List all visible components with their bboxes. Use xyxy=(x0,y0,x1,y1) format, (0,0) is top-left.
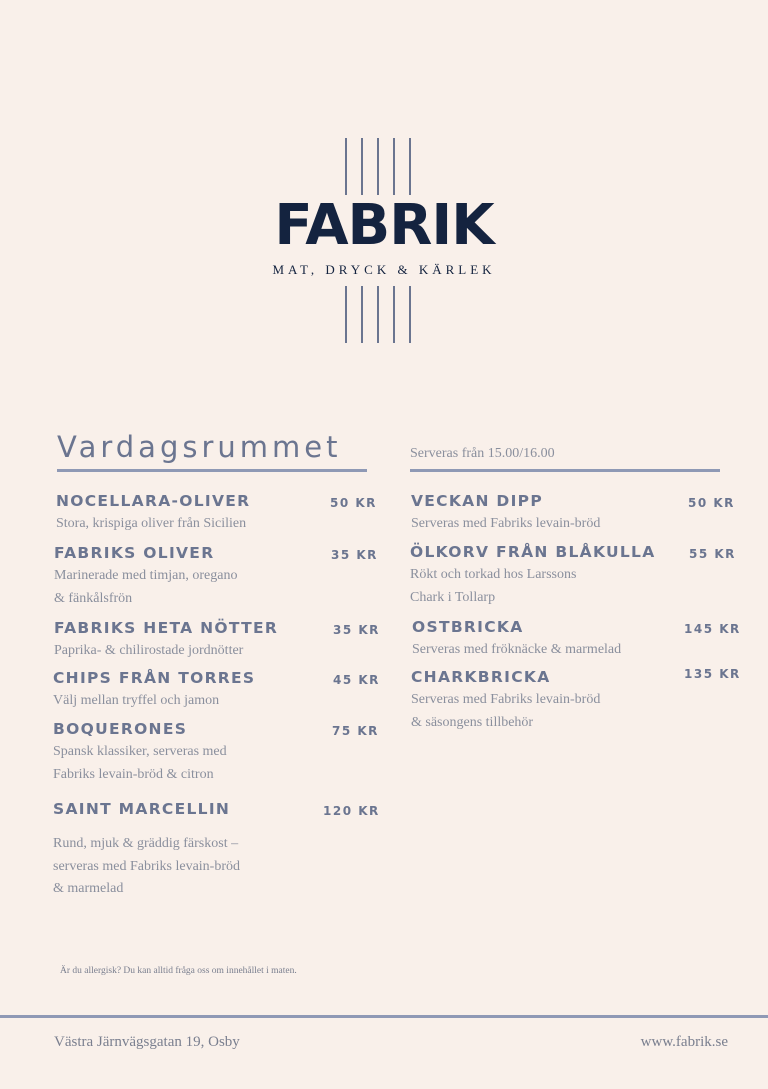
allergy-note: Är du allergisk? Du kan alltid fråga oss… xyxy=(60,966,297,976)
menu-item: NOCELLARA-OLIVER 50 KR Stora, krispiga o… xyxy=(56,492,376,536)
item-name: BOQUERONES xyxy=(53,720,188,738)
menu-item: CHARKBRICKA 135 KR Serveras med Fabriks … xyxy=(411,667,739,734)
item-name: NOCELLARA-OLIVER xyxy=(56,492,251,510)
item-price: 35 KR xyxy=(333,623,380,637)
item-description: Rökt och torkad hos Larssons Chark i Tol… xyxy=(410,567,577,605)
item-price: 35 KR xyxy=(331,548,378,562)
menu-item: CHIPS FRÅN TORRES 45 KR Välj mellan tryf… xyxy=(53,669,378,713)
menu-item: FABRIKS OLIVER 35 KR Marinerade med timj… xyxy=(54,544,376,610)
menu-item: FABRIKS HETA NÖTTER 35 KR Paprika- & chi… xyxy=(54,619,378,663)
menu-item: OSTBRICKA 145 KR Serveras med fröknäcke … xyxy=(412,618,739,662)
item-description: Serveras med Fabriks levain-bröd xyxy=(411,516,601,531)
item-name: FABRIKS OLIVER xyxy=(54,544,215,562)
item-description: Serveras med fröknäcke & marmelad xyxy=(412,642,622,657)
item-description: Rund, mjuk & gräddig färskost – serveras… xyxy=(53,836,240,896)
section-subtitle: Serveras från 15.00/16.00 xyxy=(410,446,555,461)
item-description: Spansk klassiker, serveras med Fabriks l… xyxy=(53,744,227,782)
item-price: 120 KR xyxy=(323,804,380,818)
item-name: CHIPS FRÅN TORRES xyxy=(53,669,256,687)
item-name: VECKAN DIPP xyxy=(411,492,543,510)
item-price: 50 KR xyxy=(688,496,735,510)
logo-lines-top xyxy=(345,138,411,195)
brand-tagline: MAT, DRYCK & KÄRLEK xyxy=(272,262,496,277)
item-description: Välj mellan tryffel och jamon xyxy=(53,693,220,708)
item-price: 45 KR xyxy=(333,673,380,687)
menu-item: BOQUERONES 75 KR Spansk klassiker, serve… xyxy=(53,720,377,786)
section-title: Vardagsrummet xyxy=(57,430,342,464)
item-name: CHARKBRICKA xyxy=(411,668,551,686)
item-description: Marinerade med timjan, oregano & fänkåls… xyxy=(54,568,238,606)
menu-item: ÖLKORV FRÅN BLÅKULLA 55 KR Rökt och tork… xyxy=(410,543,734,609)
logo-lines-bottom xyxy=(345,286,411,343)
item-price: 55 KR xyxy=(689,547,736,561)
footer-website[interactable]: www.fabrik.se xyxy=(641,1034,728,1051)
item-description: Paprika- & chilirostade jordnötter xyxy=(54,643,244,658)
divider-left xyxy=(57,469,367,472)
footer-address: Västra Järnvägsgatan 19, Osby xyxy=(54,1034,240,1050)
item-price: 135 KR xyxy=(684,667,741,681)
brand-logo: FABRIK xyxy=(274,193,494,258)
item-price: 145 KR xyxy=(684,622,741,636)
footer-divider xyxy=(0,1015,768,1018)
divider-right xyxy=(410,469,720,472)
menu-item: SAINT MARCELLIN 120 KR Rund, mjuk & gräd… xyxy=(53,800,378,901)
item-price: 75 KR xyxy=(332,724,379,738)
item-description: Serveras med Fabriks levain-bröd & säson… xyxy=(411,692,601,730)
item-name: FABRIKS HETA NÖTTER xyxy=(54,619,279,637)
item-name: ÖLKORV FRÅN BLÅKULLA xyxy=(410,543,656,561)
item-description: Stora, krispiga oliver från Sicilien xyxy=(56,516,247,531)
item-price: 50 KR xyxy=(330,496,377,510)
menu-item: VECKAN DIPP 50 KR Serveras med Fabriks l… xyxy=(411,492,733,536)
